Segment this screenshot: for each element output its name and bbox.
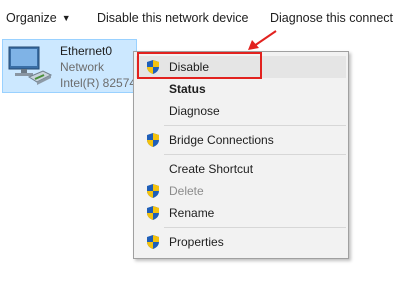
organize-label: Organize xyxy=(6,11,57,25)
uac-shield-icon xyxy=(147,235,159,249)
menu-item-label: Properties xyxy=(169,235,224,249)
uac-shield-icon xyxy=(147,184,159,198)
menu-item-label: Diagnose xyxy=(169,104,220,118)
menu-item-diagnose[interactable]: Diagnose xyxy=(136,100,346,122)
uac-shield-icon xyxy=(147,133,159,147)
context-menu: Disable Status Diagnose Bridge Connectio… xyxy=(133,51,349,259)
menu-item-delete: Delete xyxy=(136,180,346,202)
command-bar: Organize ▼ Disable this network device Di… xyxy=(0,0,393,36)
uac-shield-icon xyxy=(147,206,159,220)
menu-separator xyxy=(164,125,346,126)
menu-item-bridge-connections[interactable]: Bridge Connections xyxy=(136,129,346,151)
chevron-down-icon: ▼ xyxy=(61,13,71,23)
adapter-name: Ethernet0 xyxy=(60,44,113,58)
menu-item-properties[interactable]: Properties xyxy=(136,231,346,253)
menu-item-label: Status xyxy=(169,82,206,96)
network-adapter-icon xyxy=(8,46,53,85)
diagnose-connection-button[interactable]: Diagnose this connectio xyxy=(270,11,393,25)
menu-item-status[interactable]: Status xyxy=(136,78,346,100)
adapter-type: Network xyxy=(60,60,105,74)
menu-separator xyxy=(164,227,346,228)
menu-separator xyxy=(164,154,346,155)
menu-item-label: Bridge Connections xyxy=(169,133,274,147)
menu-item-create-shortcut[interactable]: Create Shortcut xyxy=(136,158,346,180)
menu-item-label: Rename xyxy=(169,206,215,220)
annotation-arrow-icon xyxy=(248,30,277,50)
menu-item-label: Delete xyxy=(169,184,204,198)
disable-highlight-box xyxy=(137,52,262,79)
adapter-device: Intel(R) 82574L xyxy=(60,76,137,90)
organize-button[interactable]: Organize ▼ xyxy=(6,11,71,25)
disable-device-button[interactable]: Disable this network device xyxy=(97,11,248,25)
network-adapter-tile[interactable]: Ethernet0 Network Intel(R) 82574L xyxy=(2,39,137,93)
menu-item-rename[interactable]: Rename xyxy=(136,202,346,224)
menu-item-label: Create Shortcut xyxy=(169,162,254,176)
